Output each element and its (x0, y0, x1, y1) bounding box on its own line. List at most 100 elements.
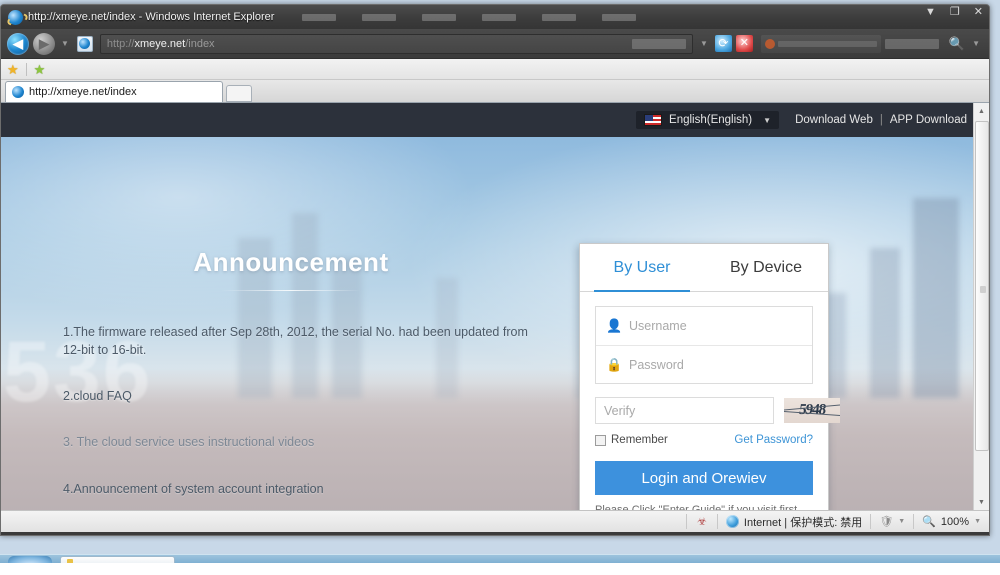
tab-title: http://xmeye.net/index (29, 86, 137, 98)
credentials-group: 👤 🔒 (595, 306, 813, 384)
chevron-down-icon[interactable]: ▼ (898, 518, 905, 525)
remember-checkbox[interactable]: Remember (595, 434, 668, 446)
login-button[interactable]: Login and Orewiev (595, 461, 813, 495)
browser-tab[interactable]: http://xmeye.net/index (5, 81, 223, 102)
username-row: 👤 (596, 307, 812, 345)
zoom-cell[interactable]: 🔍 100% ▼ (914, 511, 989, 533)
menu-item-ghost[interactable] (602, 13, 637, 21)
scrollbar-thumb[interactable] (974, 121, 989, 451)
tab-strip: http://xmeye.net/index (1, 80, 989, 103)
address-path: /index (185, 37, 215, 50)
address-host: xmeye.net (134, 37, 186, 50)
address-suggestion-ghost (631, 38, 686, 49)
toolbar-ghost-item (884, 38, 939, 49)
login-card: By User By Device 👤 🔒 (579, 243, 840, 510)
stop-icon[interactable] (735, 35, 753, 52)
scrollbar-track[interactable] (974, 119, 990, 494)
announcement-item-1[interactable]: 1.The firmware released after Sep 28th, … (63, 323, 541, 359)
desktop-screen: http://xmeye.net/index - Windows Interne… (0, 0, 1000, 575)
nav-separator: | (879, 114, 883, 126)
recent-pages-caret-icon[interactable]: ▼ (61, 39, 69, 48)
app-download-link[interactable]: APP Download (890, 114, 967, 126)
tracking-protection-icon[interactable]: ☣ (695, 515, 709, 528)
password-input[interactable] (629, 357, 802, 372)
login-tabs: By User By Device (580, 244, 828, 292)
back-button[interactable]: ◀ (7, 32, 29, 55)
restore-button[interactable]: ❐ (950, 7, 960, 18)
zoom-level-label: 100% (940, 515, 970, 528)
login-form: 👤 🔒 5948 (580, 292, 840, 510)
skyline-shape (913, 198, 960, 399)
menu-item-ghost[interactable] (362, 13, 397, 21)
tab-favicon-icon (12, 86, 24, 98)
remember-label: Remember (611, 434, 668, 446)
security-zone-label: Internet | 保护模式: 禁用 (743, 516, 863, 529)
lock-icon: 🔒 (606, 356, 623, 372)
add-favorite-icon[interactable]: ★ (34, 63, 46, 76)
refresh-icon[interactable] (714, 35, 732, 52)
download-web-link[interactable]: Download Web (795, 114, 873, 126)
us-flag-icon (644, 114, 663, 126)
chevron-down-icon[interactable]: ▼ (974, 518, 981, 525)
language-selector[interactable]: English(English) ▼ (636, 111, 780, 129)
site-top-nav: English(English) ▼ Download Web | APP Do… (1, 103, 989, 137)
hero-banner: 536 Announcement 1.The firmware released… (1, 137, 989, 510)
captcha-text: 5948 (798, 402, 827, 418)
verify-input[interactable] (595, 397, 774, 424)
enter-guide-hint: Please Click "Enter Guide" if you visit … (595, 504, 798, 510)
screen-bottom-strip (0, 563, 1000, 575)
search-dropdown-icon[interactable]: ▼ (972, 39, 980, 48)
search-input[interactable] (777, 40, 877, 47)
window-titlebar: http://xmeye.net/index - Windows Interne… (1, 5, 989, 29)
get-password-link[interactable]: Get Password? (734, 434, 813, 446)
captcha-image[interactable]: 5948 (784, 398, 840, 423)
ie-logo-icon (8, 9, 23, 25)
page-scrollbar[interactable]: ▲ ▼ (973, 103, 989, 510)
forward-button[interactable]: ▶ (33, 32, 55, 55)
announcement-item-2[interactable]: 2.cloud FAQ (63, 387, 541, 405)
address-dropdown-icon[interactable]: ▼ (700, 39, 708, 48)
search-icon[interactable]: 🔍 (949, 36, 965, 52)
tab-by-device[interactable]: By Device (704, 244, 828, 291)
menu-bar-ghost (302, 13, 637, 21)
announcement-item-3[interactable]: 3. The cloud service uses instructional … (63, 433, 541, 451)
announcement-panel: Announcement 1.The firmware released aft… (1, 137, 581, 510)
scroll-down-icon[interactable]: ▼ (974, 494, 990, 510)
minimize-button[interactable]: ▼ (925, 7, 936, 18)
favorites-icon[interactable]: ★ (7, 63, 19, 76)
favorites-divider (25, 62, 27, 76)
new-tab-button[interactable] (226, 85, 252, 102)
security-zone-cell[interactable]: Internet | 保护模式: 禁用 (718, 511, 870, 533)
tab-by-user[interactable]: By User (580, 244, 704, 292)
username-input[interactable] (629, 319, 802, 333)
title-divider (221, 290, 361, 291)
menu-item-ghost[interactable] (542, 13, 577, 21)
status-bar: ☣ Internet | 保护模式: 禁用 🛡 ▼ 🔍 100% ▼ (1, 510, 989, 532)
options-row: Remember Get Password? (595, 434, 813, 446)
page-viewport: English(English) ▼ Download Web | APP Do… (1, 103, 989, 510)
announcement-item-4[interactable]: 4.Announcement of system account integra… (63, 480, 541, 498)
announcement-list: 1.The firmware released after Sep 28th, … (41, 323, 541, 498)
user-icon: 👤 (606, 318, 623, 333)
close-button[interactable]: ✕ (974, 7, 983, 18)
status-message (1, 511, 686, 533)
verify-row: 5948 (595, 397, 840, 424)
menu-item-ghost[interactable] (482, 13, 517, 21)
scrollbar-grip-icon (979, 286, 986, 293)
protected-mode-cell[interactable]: 🛡 ▼ (871, 511, 913, 533)
checkbox-box-icon[interactable] (595, 434, 606, 446)
scroll-up-icon[interactable]: ▲ (974, 103, 990, 119)
menu-item-ghost[interactable] (302, 13, 337, 21)
favorites-bar: ★ ★ (1, 59, 989, 80)
window-title: http://xmeye.net/index - Windows Interne… (28, 11, 275, 23)
language-label: English(English) (669, 114, 753, 126)
address-input[interactable]: http:// xmeye.net /index (99, 33, 693, 54)
internet-zone-icon (725, 515, 739, 528)
search-box[interactable] (760, 34, 881, 53)
window-controls: ▼ ❐ ✕ (925, 7, 983, 18)
password-row: 🔒 (596, 345, 812, 383)
zoom-icon: 🔍 (922, 516, 936, 528)
shield-icon: 🛡 (879, 516, 894, 528)
menu-item-ghost[interactable] (422, 13, 457, 21)
skyline-shape (870, 248, 901, 399)
